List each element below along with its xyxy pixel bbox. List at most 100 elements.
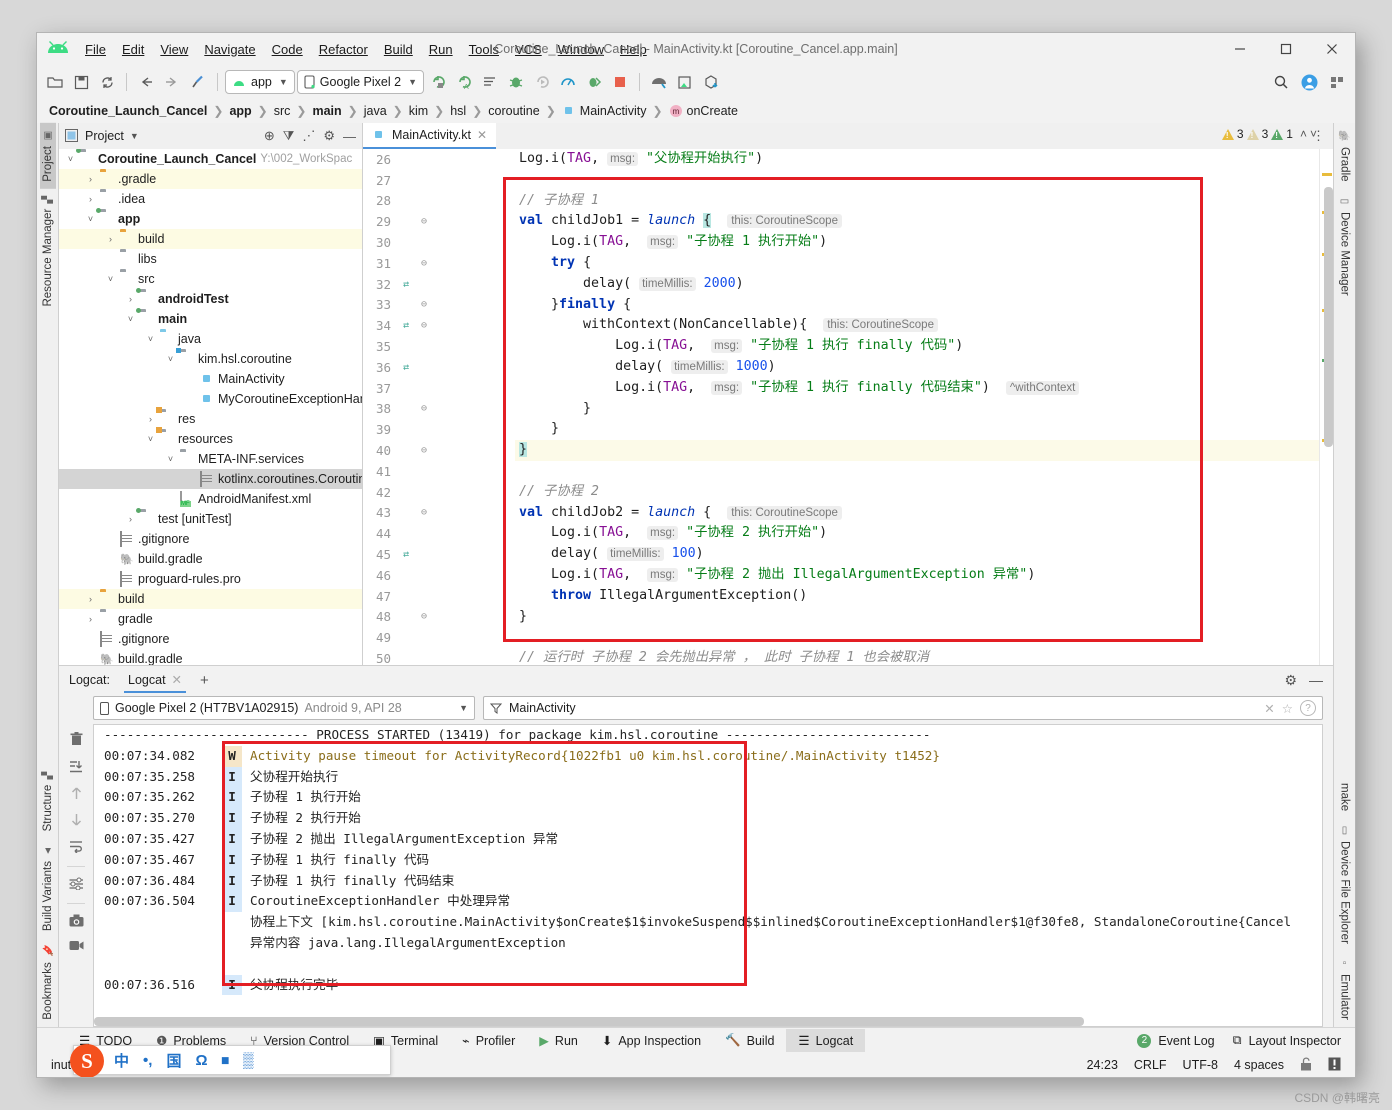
ime-screenshot[interactable]: ⏹ [221, 1052, 229, 1069]
sidebar-item-make[interactable]: make [1337, 776, 1353, 818]
tree-expand-arrow[interactable]: › [145, 414, 156, 424]
tree-item-build[interactable]: › build [59, 229, 362, 249]
run-coverage-icon[interactable]: A [452, 70, 476, 94]
tree-expand-arrow[interactable]: ˅ [165, 354, 176, 364]
gutter-line[interactable]: 27 [363, 170, 515, 191]
tree-expand-arrow[interactable]: ˅ [105, 274, 116, 284]
unlocked-icon[interactable] [1300, 1057, 1312, 1074]
breadcrumb-item-oncreate[interactable]: m onCreate [665, 104, 742, 118]
gutter-line[interactable]: 38 ⊖ [363, 399, 515, 420]
expand-all-icon[interactable]: ⧩ [283, 128, 295, 144]
tree-expand-arrow[interactable]: › [105, 234, 116, 244]
gutter-line[interactable]: 37 [363, 378, 515, 399]
logcat-filter-input[interactable]: MainActivity ✕ ☆ ? [483, 696, 1323, 720]
module-selector[interactable]: app ▼ [225, 70, 295, 94]
logcat-row[interactable]: 00:07:34.082 W Activity pause timeout for … [94, 745, 1322, 767]
tree-item-main[interactable]: ˅ main [59, 309, 362, 329]
menu-vcs[interactable]: VCS [507, 39, 550, 60]
next-problem-icon[interactable]: ˅ [1310, 127, 1317, 141]
logcat-row[interactable]: 异常内容 java.lang.IllegalArgumentException [94, 933, 1322, 954]
sidebar-item-structure[interactable]: Structure ▞ [40, 765, 56, 838]
gutter-line[interactable]: 50 [363, 648, 515, 665]
breadcrumb-item-project[interactable]: Coroutine_Launch_Cancel [45, 104, 211, 118]
logcat-row[interactable]: 00:07:35.258 I 父协程开始执行 [94, 766, 1322, 788]
logcat-row[interactable]: 00:07:36.484 I 子协程 1 执行 finally 代码结束 [94, 870, 1322, 892]
tree-item-resources[interactable]: ˅ resources [59, 429, 362, 449]
code-line[interactable]: val childJob1 = launch { this: Coroutine… [515, 211, 1319, 232]
gutter-line[interactable]: 45 ⇄ [363, 544, 515, 565]
tree-item-libs[interactable]: libs [59, 249, 362, 269]
logcat-row[interactable]: 00:07:35.427 I 子协程 2 抛出 IllegalArgumentExc… [94, 828, 1322, 850]
code-line[interactable] [515, 461, 1319, 482]
ime-toolbox[interactable]: ▒ [243, 1052, 254, 1069]
run-gutter-icon[interactable]: ⇄ [397, 549, 415, 560]
ime-punctuation[interactable]: •, [143, 1052, 152, 1069]
save-all-icon[interactable] [69, 70, 93, 94]
tool-window-build[interactable]: 🔨 Build [713, 1029, 786, 1052]
code-line[interactable]: Log.i(TAG, msg: "子协程 1 执行 finally 代码结束")… [515, 378, 1319, 399]
tool-window-run[interactable]: ▶ Run [527, 1029, 590, 1052]
search-icon[interactable] [1269, 70, 1293, 94]
menu-tools[interactable]: Tools [461, 39, 507, 60]
star-icon[interactable]: ☆ [1282, 701, 1293, 716]
attach-debugger-icon[interactable] [530, 70, 554, 94]
editor-scrollbar[interactable] [1324, 187, 1333, 447]
menu-build[interactable]: Build [376, 39, 421, 60]
gutter-line[interactable]: 36 ⇄ [363, 357, 515, 378]
tree-expand-arrow[interactable]: › [125, 294, 136, 304]
code-line[interactable]: Log.i(TAG, msg: "子协程 2 抛出 IllegalArgumen… [515, 565, 1319, 586]
gutter-line[interactable]: 46 [363, 565, 515, 586]
menu-navigate[interactable]: Navigate [196, 39, 263, 60]
screenshot-icon[interactable] [69, 914, 84, 930]
breadcrumb-item-src[interactable]: src [270, 104, 295, 118]
open-folder-icon[interactable] [43, 70, 67, 94]
editor-gutter[interactable]: 26 27 28 29 ⊖ 30 31 ⊖ 32 ⇄ 33 ⊖ 34 ⇄ ⊖ 35 36 ⇄ 37 38 ⊖ 39 40 ⊖ 4… [363, 149, 515, 665]
code-line[interactable]: } [515, 419, 1319, 440]
tool-window-profiler[interactable]: ⌁ Profiler [450, 1029, 527, 1052]
gutter-line[interactable]: 42 [363, 482, 515, 503]
run-icon[interactable] [426, 70, 450, 94]
gutter-line[interactable]: 39 [363, 419, 515, 440]
breadcrumb-item-hsl[interactable]: hsl [446, 104, 470, 118]
profiler-icon[interactable] [556, 70, 580, 94]
gutter-line[interactable]: 29 ⊖ [363, 211, 515, 232]
tree-expand-arrow[interactable]: › [85, 614, 96, 624]
sidebar-item-resource-manager[interactable]: Resource Manager ▞ [40, 189, 56, 314]
settings-gear-icon[interactable]: ⚙ [323, 128, 335, 144]
tree-item-idea[interactable]: › .idea [59, 189, 362, 209]
fold-icon[interactable]: ⊖ [415, 216, 433, 227]
logcat-row[interactable]: 00:07:36.504 I CoroutineExceptionHandler 中… [94, 891, 1322, 913]
sidebar-item-bookmarks[interactable]: Bookmarks 🔖 [40, 938, 56, 1027]
breadcrumb-item-kim[interactable]: kim [405, 104, 432, 118]
logcat-row[interactable]: 00:07:35.270 I 子协程 2 执行开始 [94, 808, 1322, 829]
close-icon-filter[interactable]: ✕ [1264, 701, 1274, 716]
ime-mode-chinese[interactable]: 中 [114, 1050, 129, 1071]
inspection-widget[interactable]: 3 3 1 ˄ ˅ [1221, 127, 1317, 141]
menu-help[interactable]: Help [612, 39, 655, 60]
tool-window-app-inspection[interactable]: ⬇ App Inspection [590, 1029, 713, 1052]
tree-item-proguard-rules-pro[interactable]: proguard-rules.pro [59, 569, 362, 589]
close-button[interactable] [1309, 33, 1355, 65]
tree-expand-arrow[interactable]: ˅ [65, 154, 76, 164]
code-line[interactable] [515, 627, 1319, 648]
chevron-down-icon-project[interactable]: ▼ [130, 131, 139, 141]
caret-position[interactable]: 24:23 [1087, 1058, 1118, 1072]
tree-item-kotlinx-coroutines-coroutin[interactable]: kotlinx.coroutines.Coroutin [59, 469, 362, 489]
build-hammer-icon[interactable] [186, 70, 210, 94]
add-logcat-tab-icon[interactable]: + [200, 672, 209, 689]
tree-expand-arrow[interactable]: ˅ [125, 314, 136, 324]
breadcrumb-item-coroutine[interactable]: coroutine [484, 104, 543, 118]
editor-tab-mainactivity[interactable]: MainActivity.kt ✕ [363, 123, 497, 149]
select-run-config-icon[interactable] [478, 70, 502, 94]
gradle-sync-icon[interactable] [699, 70, 723, 94]
tree-item-gradle[interactable]: › gradle [59, 609, 362, 629]
run-gutter-icon[interactable]: ⇄ [397, 279, 415, 290]
sidebar-item-project[interactable]: Project ▣ [39, 123, 56, 189]
logcat-horizontal-scrollbar[interactable] [94, 1017, 1084, 1026]
code-line[interactable]: } [515, 607, 1319, 628]
tool-window-logcat[interactable]: ☰ Logcat [786, 1029, 866, 1052]
code-line[interactable]: val childJob2 = launch { this: Coroutine… [515, 503, 1319, 524]
fold-icon[interactable]: ⊖ [415, 445, 433, 456]
tree-item-java[interactable]: ˅ java [59, 329, 362, 349]
sdk-manager-icon[interactable] [673, 70, 697, 94]
